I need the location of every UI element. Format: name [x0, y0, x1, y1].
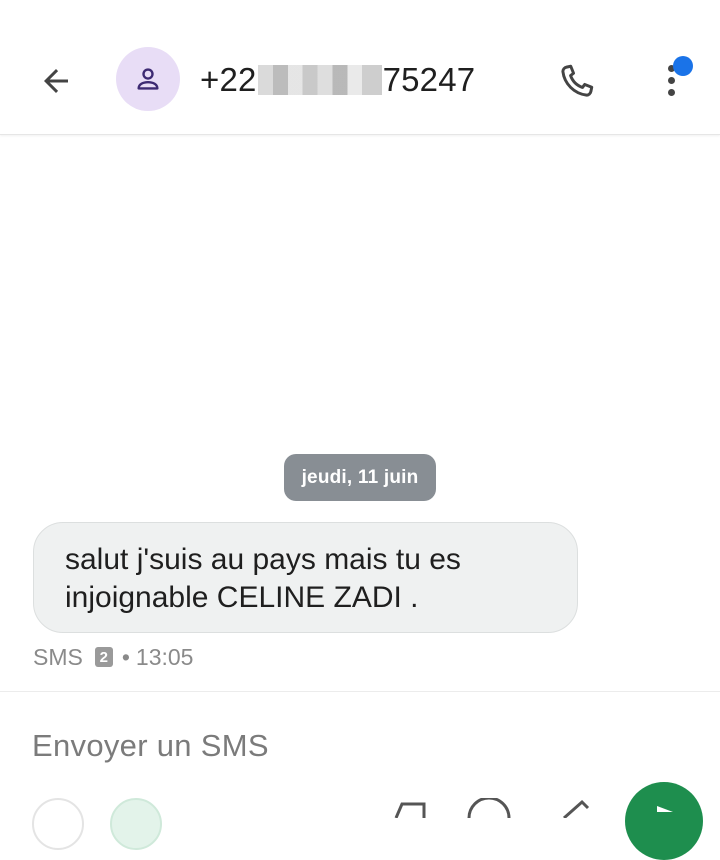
message-meta: SMS 2 • 13:05 [33, 643, 193, 671]
label-icon[interactable] [390, 798, 430, 818]
separator: • [121, 643, 130, 670]
sim-icon: 2 [94, 647, 113, 667]
call-button[interactable] [548, 54, 604, 110]
arrow-left-icon [44, 69, 68, 93]
message-text-line: salut j'suis au pays mais tu es [65, 543, 461, 576]
person-icon [137, 68, 159, 90]
contact-avatar[interactable] [116, 47, 180, 111]
message-time: 13:05 [135, 643, 194, 670]
back-button[interactable] [30, 55, 82, 107]
message-type: SMS [33, 643, 83, 670]
date-divider: jeudi, 11 juin [284, 454, 436, 501]
compose-bar: Envoyer un SMS [0, 691, 720, 813]
more-dot [668, 89, 675, 96]
contact-number[interactable]: +22 75247 [200, 60, 475, 100]
emoji-icon[interactable] [110, 798, 162, 850]
more-dot [668, 77, 675, 84]
contact-number-suffix: 75247 [382, 61, 476, 98]
redacted-digits [257, 65, 382, 96]
phone-icon [561, 64, 594, 97]
attach-icon[interactable] [560, 798, 590, 818]
gif-icon[interactable] [466, 798, 512, 818]
sms-input[interactable]: Envoyer un SMS [32, 728, 269, 764]
notification-dot [673, 56, 693, 76]
message-bubble[interactable]: salut j'suis au pays mais tu es injoigna… [33, 522, 578, 633]
top-app-bar: +22 75247 [0, 0, 720, 135]
contact-number-prefix: +22 [200, 61, 257, 98]
send-button[interactable] [625, 782, 703, 860]
add-attachment-icon[interactable] [32, 798, 84, 850]
message-text-line: injoignable CELINE ZADI . [65, 581, 419, 614]
send-icon [657, 806, 673, 818]
